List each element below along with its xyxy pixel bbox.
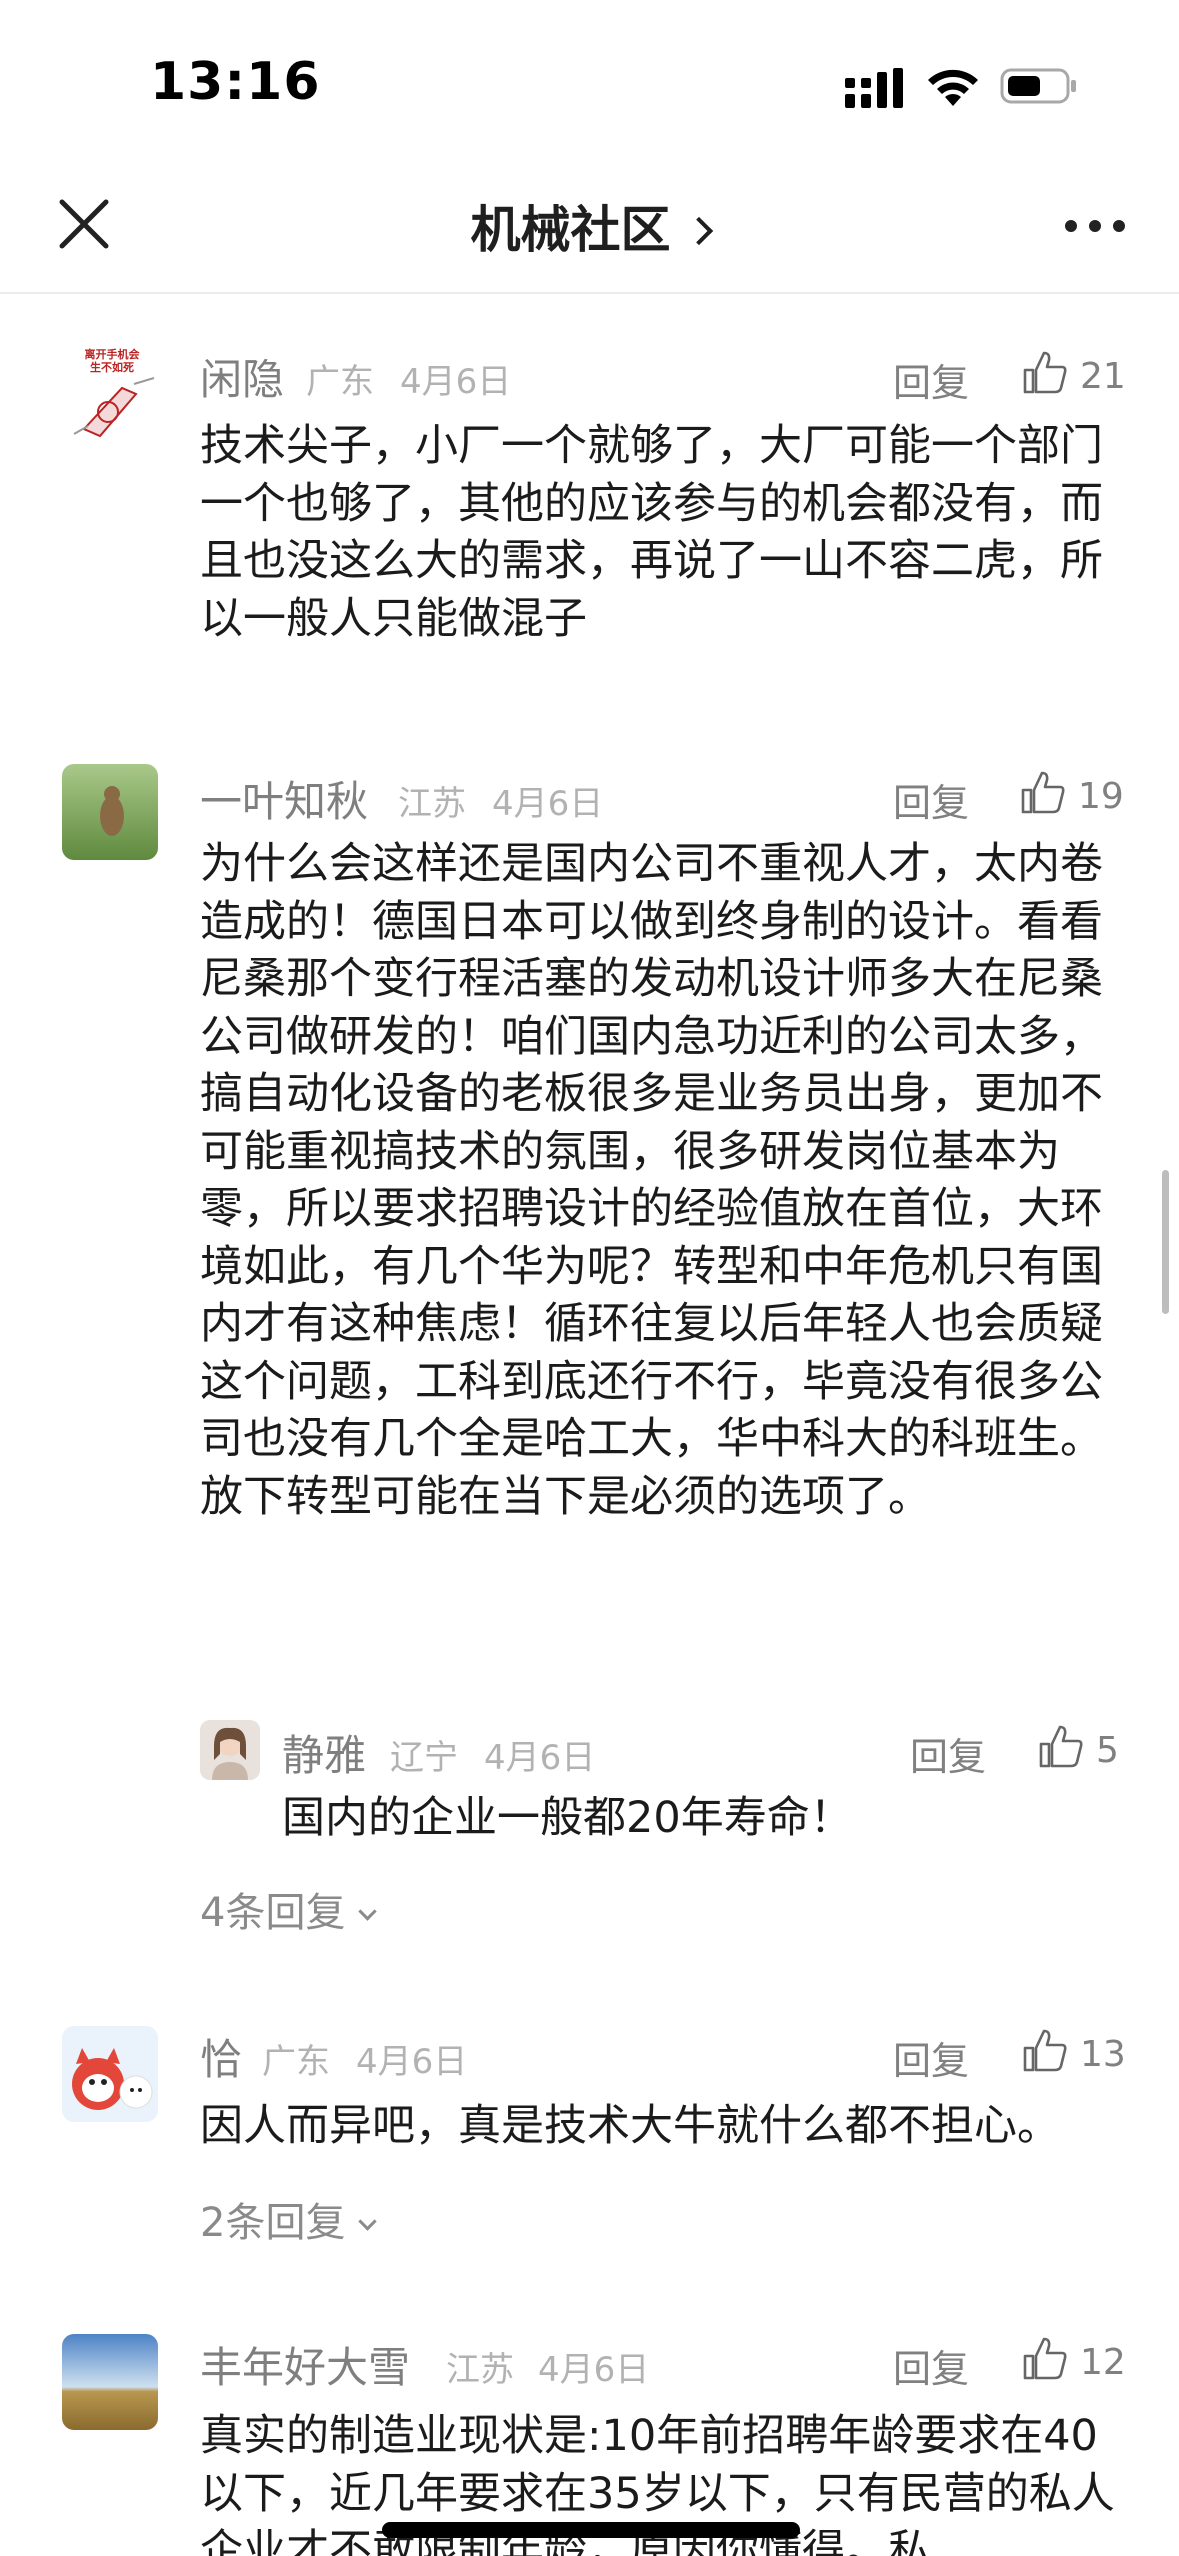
comment-location: 广东 bbox=[306, 362, 374, 402]
comment-date: 4月6日 bbox=[538, 2350, 650, 2390]
avatar-image bbox=[62, 2026, 158, 2122]
thumbs-up-icon[interactable] bbox=[1022, 350, 1068, 394]
avatar-text: 离开手机会 bbox=[84, 348, 140, 361]
comment-location: 江苏 bbox=[398, 784, 466, 824]
thumbs-up-icon[interactable] bbox=[1022, 2028, 1068, 2072]
avatar-image bbox=[62, 764, 158, 860]
avatar-image bbox=[200, 1720, 260, 1780]
nav-divider bbox=[0, 292, 1179, 294]
like-count: 21 bbox=[1080, 356, 1126, 397]
reply-button[interactable]: 回复 bbox=[910, 1726, 986, 1781]
like-count: 13 bbox=[1080, 2034, 1126, 2075]
comment-body: 为什么会这样还是国内公司不重视人才，太内卷造成的！德国日本可以做到终身制的设计。… bbox=[200, 839, 1103, 1522]
more-options-icon[interactable] bbox=[1064, 219, 1126, 233]
avatar[interactable] bbox=[62, 2026, 158, 2122]
comment-body: 因人而异吧，真是技术大牛就什么都不担心。 bbox=[200, 2101, 1060, 2151]
comment-date: 4月6日 bbox=[492, 784, 604, 824]
chevron-right-icon bbox=[684, 216, 713, 246]
reply-button[interactable]: 回复 bbox=[893, 2338, 969, 2393]
comment-date: 4月6日 bbox=[400, 362, 512, 402]
comment-location: 广东 bbox=[262, 2042, 330, 2082]
like-count: 19 bbox=[1078, 776, 1124, 817]
wifi-icon bbox=[928, 69, 978, 106]
thumbs-up-icon[interactable] bbox=[1020, 770, 1066, 814]
avatar[interactable] bbox=[200, 1720, 260, 1780]
avatar[interactable]: 离开手机会 生不如死 bbox=[64, 342, 160, 442]
home-indicator[interactable] bbox=[382, 2522, 800, 2538]
avatar[interactable] bbox=[62, 2334, 158, 2430]
community-title[interactable]: 机械社区 bbox=[0, 190, 1179, 262]
reply-username[interactable]: 静雅 bbox=[282, 1722, 366, 1783]
thumbs-up-icon[interactable] bbox=[1022, 2336, 1068, 2380]
status-time: 13:16 bbox=[150, 52, 321, 112]
cellular-signal-icon bbox=[845, 68, 903, 108]
reply-location: 辽宁 bbox=[390, 1738, 458, 1778]
comment-body: 技术尖子，小厂一个就够了，大厂可能一个部门一个也够了，其他的应该参与的机会都没有… bbox=[200, 421, 1103, 644]
avatar[interactable] bbox=[62, 764, 158, 860]
comment-date: 4月6日 bbox=[356, 2042, 468, 2082]
reply-button[interactable]: 回复 bbox=[893, 772, 969, 827]
reply-button[interactable]: 回复 bbox=[893, 2030, 969, 2085]
avatar-text: 生不如死 bbox=[90, 361, 134, 374]
comment-username[interactable]: 闲隐 bbox=[200, 346, 284, 407]
community-title-label: 机械社区 bbox=[470, 201, 671, 259]
like-count: 12 bbox=[1080, 2342, 1126, 2383]
reply-date: 4月6日 bbox=[484, 1738, 596, 1778]
chevron-down-icon bbox=[358, 2212, 378, 2231]
like-count: 5 bbox=[1096, 1730, 1119, 1771]
reply-body: 国内的企业一般都20年寿命！ bbox=[282, 1793, 853, 1843]
expand-replies-button[interactable]: 2条回复 bbox=[200, 2190, 378, 2248]
expand-replies-button[interactable]: 4条回复 bbox=[200, 1880, 378, 1938]
avatar-image bbox=[62, 2334, 158, 2430]
reply-button[interactable]: 回复 bbox=[893, 352, 969, 407]
chevron-down-icon bbox=[358, 1902, 378, 1921]
phone-figure-icon bbox=[73, 377, 155, 438]
comment-username[interactable]: 一叶知秋 bbox=[200, 768, 368, 829]
comment-location: 江苏 bbox=[446, 2350, 514, 2390]
expand-replies-label: 4条回复 bbox=[200, 1890, 346, 1936]
expand-replies-label: 2条回复 bbox=[200, 2200, 346, 2246]
comment-username[interactable]: 恰 bbox=[200, 2026, 242, 2087]
scrollbar[interactable] bbox=[1162, 1170, 1169, 1314]
battery-icon bbox=[1000, 68, 1076, 104]
thumbs-up-icon[interactable] bbox=[1038, 1724, 1084, 1768]
comment-username[interactable]: 丰年好大雪 bbox=[200, 2334, 410, 2395]
